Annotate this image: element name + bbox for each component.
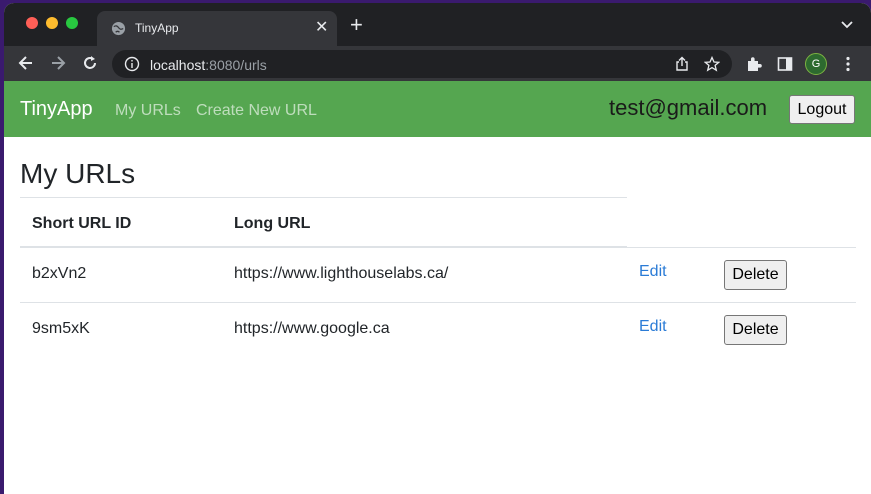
- share-icon[interactable]: [674, 56, 690, 72]
- delete-button[interactable]: Delete: [724, 315, 787, 345]
- url-path: :8080/urls: [205, 57, 267, 73]
- back-icon[interactable]: [17, 54, 35, 72]
- browser-toolbar: localhost:8080/urls G: [4, 46, 871, 81]
- tab-menu-icon[interactable]: [840, 18, 854, 32]
- column-header-long-url: Long URL: [234, 215, 311, 232]
- address-bar[interactable]: localhost:8080/urls: [112, 50, 732, 78]
- edit-link[interactable]: Edit: [639, 263, 667, 281]
- table-top-border: [20, 197, 627, 198]
- profile-avatar[interactable]: G: [805, 53, 827, 75]
- page-content: TinyApp My URLs Create New URL test@gmai…: [4, 81, 871, 494]
- long-url: https://www.google.ca: [234, 320, 390, 337]
- short-url-id: b2xVn2: [32, 265, 87, 282]
- logout-button[interactable]: Logout: [789, 95, 855, 124]
- table-row: 9sm5xK https://www.google.ca Edit Delete: [20, 303, 856, 358]
- kebab-icon[interactable]: [844, 56, 852, 72]
- long-url: https://www.lighthouselabs.ca/: [234, 265, 449, 282]
- delete-button[interactable]: Delete: [724, 260, 787, 290]
- edit-link[interactable]: Edit: [639, 318, 667, 336]
- globe-icon: [111, 21, 126, 36]
- url-host: localhost: [150, 57, 206, 73]
- page-title: My URLs: [20, 158, 136, 189]
- info-icon[interactable]: [124, 56, 140, 72]
- sidepanel-icon[interactable]: [777, 56, 793, 72]
- new-tab-button[interactable]: +: [350, 14, 363, 36]
- forward-icon[interactable]: [49, 54, 67, 72]
- url-text: localhost:8080/urls: [150, 57, 267, 73]
- tab-close-icon[interactable]: ✕: [315, 18, 328, 38]
- brand-link[interactable]: TinyApp: [20, 98, 93, 121]
- nav-my-urls[interactable]: My URLs: [115, 102, 181, 120]
- column-header-short-url-id: Short URL ID: [32, 215, 132, 232]
- puzzle-icon[interactable]: [745, 55, 763, 73]
- user-email: test@gmail.com: [609, 95, 768, 120]
- reload-icon[interactable]: [81, 54, 99, 72]
- tab-strip: TinyApp ✕ +: [4, 3, 871, 46]
- short-url-id: 9sm5xK: [32, 320, 90, 337]
- star-icon[interactable]: [704, 56, 720, 72]
- browser-tab[interactable]: TinyApp ✕: [97, 11, 337, 46]
- minimize-window-button[interactable]: [46, 17, 58, 29]
- maximize-window-button[interactable]: [66, 17, 78, 29]
- navbar: TinyApp My URLs Create New URL test@gmai…: [4, 81, 871, 137]
- table-row: b2xVn2 https://www.lighthouselabs.ca/ Ed…: [20, 248, 856, 303]
- browser-window: TinyApp ✕ + localhost:8080/urls G TinyAp…: [4, 3, 871, 494]
- nav-create-new-url[interactable]: Create New URL: [196, 102, 317, 120]
- close-window-button[interactable]: [26, 17, 38, 29]
- tab-title: TinyApp: [135, 21, 179, 35]
